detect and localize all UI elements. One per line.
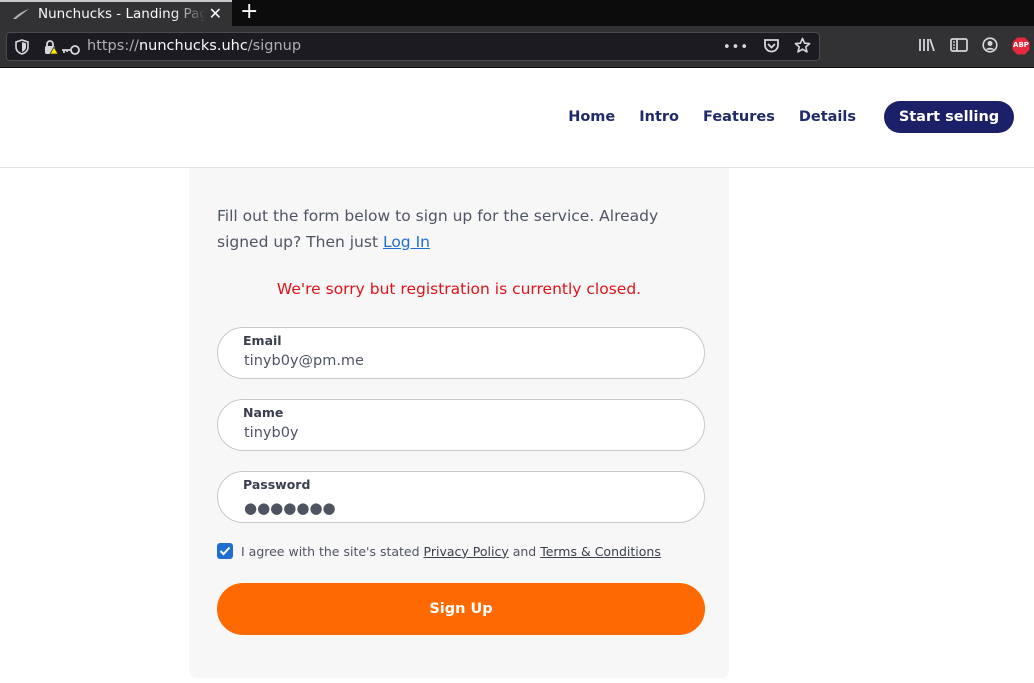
toolbar-right: ABP bbox=[918, 37, 1030, 57]
agree-prefix: I agree with the site's stated bbox=[241, 543, 424, 559]
terms-agreement: I agree with the site's stated Privacy P… bbox=[217, 543, 661, 559]
email-label: Email bbox=[243, 333, 282, 348]
name-label: Name bbox=[243, 405, 284, 420]
email-field[interactable]: Email tinyb0y@pm.me bbox=[217, 327, 705, 379]
url-scheme: https:// bbox=[87, 38, 139, 54]
tab-title: Nunchucks - Landing Page bbox=[38, 6, 206, 22]
privacy-policy-link[interactable]: Privacy Policy bbox=[424, 544, 509, 559]
sidebar-icon[interactable] bbox=[950, 37, 968, 57]
star-bookmark-icon[interactable] bbox=[794, 37, 811, 58]
page-actions-menu-icon[interactable]: ••• bbox=[723, 40, 749, 55]
key-icon[interactable] bbox=[61, 41, 81, 60]
registration-closed-error: We're sorry but registration is currentl… bbox=[276, 280, 642, 298]
url-path: /signup bbox=[247, 38, 302, 54]
name-field[interactable]: Name tinyb0y bbox=[217, 399, 705, 451]
address-bar[interactable]: https://nunchucks.uhc/signup ••• bbox=[6, 32, 820, 61]
account-icon[interactable] bbox=[982, 37, 998, 57]
page-actions: ••• bbox=[723, 37, 811, 58]
signup-card: Fill out the form below to sign up for t… bbox=[189, 168, 729, 678]
sign-up-button[interactable]: Sign Up bbox=[217, 583, 705, 635]
url-host: nunchucks.uhc bbox=[138, 38, 248, 54]
name-value[interactable]: tinyb0y bbox=[244, 425, 299, 441]
start-selling-button[interactable]: Start selling bbox=[884, 101, 1014, 133]
nav-details[interactable]: Details bbox=[799, 109, 856, 125]
site-header: Home Intro Features Details Start sellin… bbox=[0, 68, 1034, 168]
agree-and: and bbox=[508, 543, 541, 559]
browser-toolbar: https://nunchucks.uhc/signup ••• ABP bbox=[0, 26, 1034, 68]
insecure-lock-icon[interactable] bbox=[43, 39, 59, 59]
tab-close-icon[interactable]: ✕ bbox=[209, 5, 222, 23]
adblock-badge-text: ABP bbox=[1013, 41, 1029, 49]
nav-home[interactable]: Home bbox=[568, 109, 615, 125]
checkmark-icon bbox=[219, 546, 231, 556]
library-icon[interactable] bbox=[918, 37, 936, 57]
terms-link[interactable]: Terms & Conditions bbox=[540, 544, 661, 559]
main-nav: Home Intro Features Details Start sellin… bbox=[568, 101, 1014, 133]
email-value[interactable]: tinyb0y@pm.me bbox=[244, 353, 364, 369]
web-page: Home Intro Features Details Start sellin… bbox=[0, 68, 1034, 683]
password-value[interactable]: ●●●●●●● bbox=[244, 499, 336, 517]
agree-checkbox[interactable] bbox=[217, 543, 233, 559]
url-text[interactable]: https://nunchucks.uhc/signup bbox=[87, 38, 301, 54]
adblock-plus-icon[interactable]: ABP bbox=[1012, 37, 1030, 56]
nav-intro[interactable]: Intro bbox=[639, 109, 679, 125]
password-label: Password bbox=[243, 477, 311, 492]
agree-text: I agree with the site's stated Privacy P… bbox=[241, 544, 661, 559]
signup-intro: Fill out the form below to sign up for t… bbox=[217, 203, 707, 255]
feather-favicon-icon bbox=[12, 6, 32, 22]
login-link[interactable]: Log In bbox=[383, 233, 430, 251]
tracking-protection-shield-icon[interactable] bbox=[15, 39, 29, 59]
password-field[interactable]: Password ●●●●●●● bbox=[217, 471, 705, 523]
nav-features[interactable]: Features bbox=[703, 109, 775, 125]
intro-text: Fill out the form below to sign up for t… bbox=[217, 207, 659, 251]
pocket-icon[interactable] bbox=[763, 38, 780, 58]
tab-strip: Nunchucks - Landing Page ✕ + bbox=[0, 0, 1034, 26]
browser-tab-active[interactable]: Nunchucks - Landing Page ✕ bbox=[0, 0, 232, 26]
new-tab-button[interactable]: + bbox=[240, 0, 258, 24]
